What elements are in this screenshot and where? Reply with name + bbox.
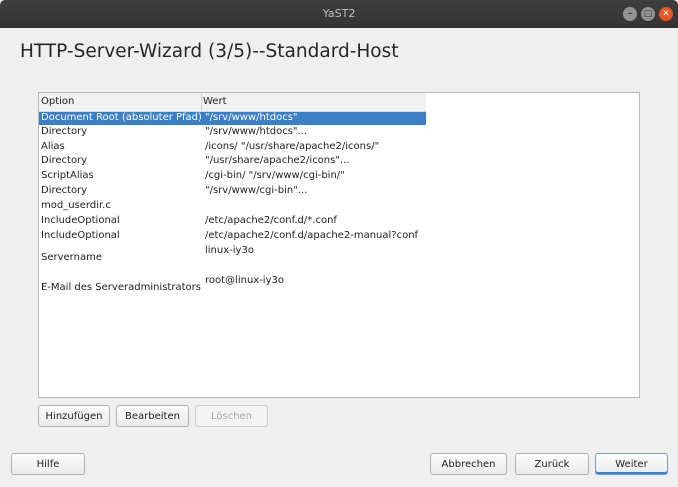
column-header-value[interactable]: Wert (203, 96, 227, 107)
row-option: Directory (41, 185, 88, 196)
row-value: linux-iy3o (205, 245, 254, 256)
table-row[interactable]: ScriptAlias /cgi-bin/ "/srv/www/cgi-bin/… (39, 170, 426, 184)
column-header-option[interactable]: Option (41, 96, 74, 107)
row-value: root@linux-iy3o (205, 275, 284, 286)
close-icon[interactable]: ✕ (659, 7, 673, 21)
window-title: YaST2 (322, 7, 356, 20)
row-option: Document Root (absoluter Pfad) (41, 112, 202, 123)
row-value: /etc/apache2/conf.d/*.conf (205, 215, 337, 226)
next-button[interactable]: Weiter (595, 453, 668, 475)
maximize-icon[interactable]: □ (641, 7, 655, 21)
row-option: Directory (41, 126, 88, 137)
table-row[interactable]: E-Mail des Serveradministrators root@lin… (39, 273, 426, 297)
window-titlebar: YaST2 – □ ✕ (0, 0, 678, 28)
page-title: HTTP-Server-Wizard (3/5)--Standard-Host (20, 41, 399, 62)
add-button[interactable]: Hinzufügen (38, 405, 110, 427)
row-option: Servername (41, 252, 102, 263)
back-button[interactable]: Zurück (515, 453, 589, 475)
table-row[interactable]: Alias /icons/ "/usr/share/apache2/icons/… (39, 141, 426, 155)
column-divider[interactable] (201, 93, 202, 111)
row-value: "/srv/www/htdocs" (205, 112, 298, 123)
abort-button[interactable]: Abbrechen (430, 453, 507, 475)
row-option: IncludeOptional (41, 215, 120, 226)
row-value: /etc/apache2/conf.d/apache2-manual?conf (205, 230, 419, 241)
row-option: Alias (41, 141, 65, 152)
row-option: ScriptAlias (41, 170, 94, 181)
help-button[interactable]: Hilfe (11, 453, 85, 475)
table-row[interactable]: IncludeOptional /etc/apache2/conf.d/*.co… (39, 215, 426, 229)
minimize-icon[interactable]: – (623, 7, 637, 21)
table-row[interactable]: mod_userdir.c (39, 200, 426, 214)
row-option: E-Mail des Serveradministrators (41, 282, 201, 293)
row-value: /icons/ "/usr/share/apache2/icons/" (205, 141, 380, 152)
row-value: "/srv/www/cgi-bin"... (205, 185, 308, 196)
table-row[interactable]: Servername linux-iy3o (39, 245, 426, 269)
table-row[interactable]: Directory "/srv/www/cgi-bin"... (39, 185, 426, 199)
row-value: "/usr/share/apache2/icons"... (205, 155, 350, 166)
delete-button[interactable]: Löschen (195, 405, 268, 427)
row-option: IncludeOptional (41, 230, 120, 241)
table-header: Option Wert (39, 93, 426, 112)
table-row[interactable]: Directory "/usr/share/apache2/icons"... (39, 155, 426, 169)
table-row[interactable]: Directory "/srv/www/htdocs"... (39, 126, 426, 140)
edit-button[interactable]: Bearbeiten (116, 405, 189, 427)
row-option: mod_userdir.c (41, 200, 111, 211)
row-value: "/srv/www/htdocs"... (205, 126, 308, 137)
table-row[interactable]: Document Root (absoluter Pfad) "/srv/www… (39, 112, 426, 125)
table-row[interactable]: IncludeOptional /etc/apache2/conf.d/apac… (39, 230, 426, 244)
row-option: Directory (41, 155, 88, 166)
options-table[interactable]: Option Wert Document Root (absoluter Pfa… (38, 92, 640, 398)
row-value: /cgi-bin/ "/srv/www/cgi-bin/" (205, 170, 345, 181)
